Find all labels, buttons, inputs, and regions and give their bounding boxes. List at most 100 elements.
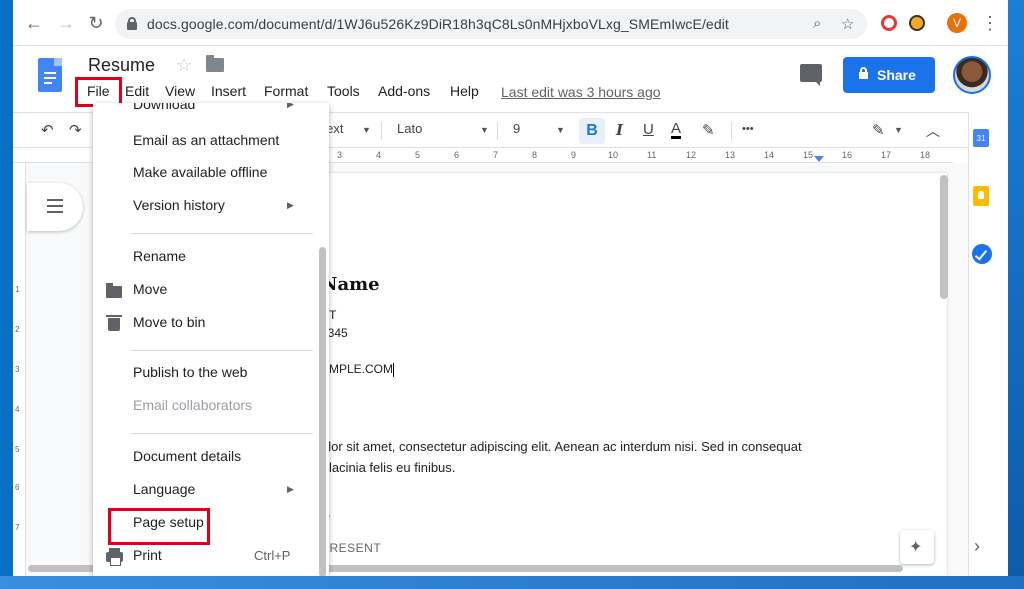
last-edit-link[interactable]: Last edit was 3 hours ago xyxy=(501,84,661,100)
ruler-tick: 17 xyxy=(881,150,892,160)
address-url[interactable]: docs.google.com/document/d/1WJ6u526Kz9Di… xyxy=(147,16,729,32)
reload-icon[interactable]: ↻ xyxy=(85,12,107,34)
menu-item-label: Download xyxy=(133,103,196,112)
italic-button[interactable]: I xyxy=(616,121,623,139)
browser-toolbar: ← → ↻ docs.google.com/document/d/1WJ6u52… xyxy=(13,0,1008,46)
chevron-down-icon[interactable]: ▼ xyxy=(362,125,371,135)
chevron-right-icon[interactable]: › xyxy=(974,536,980,557)
lock-icon xyxy=(127,17,137,30)
star-icon[interactable]: ☆ xyxy=(176,55,192,76)
calendar-icon[interactable]: 31 xyxy=(973,129,989,147)
ruler-tick: 8 xyxy=(532,150,538,160)
menu-item-move-to-bin[interactable]: Move to bin xyxy=(93,309,329,339)
browser-menu-icon[interactable]: ⋮ xyxy=(981,12,999,34)
menu-item-label: Document details xyxy=(133,448,242,464)
highlight-pen-icon[interactable]: ✎ xyxy=(702,121,715,139)
menu-item-publish-web[interactable]: Publish to the web xyxy=(93,359,329,389)
ruler-tick: 6 xyxy=(454,150,460,160)
ruler-tick: 4 xyxy=(376,150,382,160)
redo-icon[interactable]: ↷ xyxy=(69,121,82,139)
menu-item-label: Move to bin xyxy=(133,314,206,330)
underline-button[interactable]: U xyxy=(643,121,654,138)
document-title[interactable]: Resume xyxy=(88,55,155,76)
chevron-down-icon[interactable]: ▼ xyxy=(556,125,565,135)
share-button[interactable]: Share xyxy=(843,57,935,93)
menu-item-email-collaborators: Email collaborators xyxy=(93,392,329,422)
ruler-tick: 2 xyxy=(15,325,20,334)
desktop-taskbar-edge xyxy=(0,576,1024,589)
profile-avatar[interactable]: V xyxy=(947,13,967,33)
share-label: Share xyxy=(877,67,916,83)
browser-window: ← → ↻ docs.google.com/document/d/1WJ6u52… xyxy=(13,0,1008,576)
document-outline-button[interactable] xyxy=(27,183,83,231)
menu-help[interactable]: Help xyxy=(450,83,479,99)
menu-item-label: Language xyxy=(133,481,196,497)
menu-item-label: Email collaborators xyxy=(133,397,253,413)
tasks-icon[interactable] xyxy=(972,244,992,264)
resume-email-text: AMPLE.COM xyxy=(321,362,394,376)
vertical-ruler: 1 2 3 4 5 6 7 xyxy=(13,163,26,576)
undo-icon[interactable]: ↶ xyxy=(41,121,54,139)
menu-insert[interactable]: Insert xyxy=(211,83,246,99)
editing-mode-pen-icon[interactable]: ✎ xyxy=(872,121,885,139)
ruler-tick: 9 xyxy=(571,150,577,160)
menu-item-move[interactable]: Move xyxy=(93,276,329,306)
more-options-button[interactable]: ••• xyxy=(742,123,754,135)
menu-item-print[interactable]: Print Ctrl+P xyxy=(93,542,329,572)
docs-logo-icon[interactable] xyxy=(38,58,62,92)
explore-icon[interactable] xyxy=(900,530,934,564)
user-avatar[interactable] xyxy=(953,56,991,94)
ruler-tick: 7 xyxy=(15,523,20,532)
right-indent-marker[interactable] xyxy=(814,156,824,162)
menu-scrollbar[interactable] xyxy=(319,247,326,576)
menu-item-language[interactable]: Language ▶ xyxy=(93,476,329,506)
extension-icon-1[interactable] xyxy=(881,15,897,31)
text-cursor xyxy=(393,362,395,377)
menu-format[interactable]: Format xyxy=(264,83,308,99)
keep-icon[interactable] xyxy=(973,186,989,206)
resume-name-heading: Name xyxy=(321,274,380,295)
menu-item-download[interactable]: Download ▶ xyxy=(93,103,329,121)
text-color-button[interactable]: A xyxy=(671,121,682,139)
menu-edit[interactable]: Edit xyxy=(125,83,149,99)
desktop-background-right xyxy=(1008,0,1024,589)
menu-divider xyxy=(131,233,313,234)
zoom-icon[interactable]: ⌕ xyxy=(813,15,821,32)
toolbar-divider xyxy=(497,122,498,140)
vertical-scrollbar[interactable] xyxy=(940,175,948,299)
page-setup-highlight xyxy=(108,508,210,545)
bookmark-star-icon[interactable]: ☆ xyxy=(841,15,854,33)
menu-addons[interactable]: Add-ons xyxy=(378,83,430,99)
collapse-toolbar-icon[interactable]: ︿ xyxy=(926,121,940,141)
font-size-select[interactable]: 9 xyxy=(513,121,520,136)
menu-item-version-history[interactable]: Version history ▶ xyxy=(93,192,329,222)
chevron-down-icon[interactable]: ▼ xyxy=(894,125,903,135)
extension-icon-2[interactable] xyxy=(909,15,925,31)
menu-item-make-offline[interactable]: Make available offline xyxy=(93,159,329,189)
ruler-tick: 11 xyxy=(647,150,657,160)
menu-tools[interactable]: Tools xyxy=(327,83,360,99)
menu-view[interactable]: View xyxy=(165,83,195,99)
font-select[interactable]: Lato xyxy=(397,121,422,136)
ruler-tick: 16 xyxy=(842,150,853,160)
forward-icon[interactable]: → xyxy=(55,12,77,34)
comment-icon[interactable] xyxy=(800,64,822,86)
folder-icon[interactable] xyxy=(206,55,224,72)
address-bar[interactable]: docs.google.com/document/d/1WJ6u526Kz9Di… xyxy=(115,9,867,39)
back-icon[interactable]: ← xyxy=(23,12,45,34)
menu-item-label: Email as an attachment xyxy=(133,132,280,148)
menu-item-document-details[interactable]: Document details xyxy=(93,443,329,473)
ruler-tick: 3 xyxy=(337,150,343,160)
submenu-arrow-icon: ▶ xyxy=(287,484,294,494)
menu-item-email-attachment[interactable]: Email as an attachment xyxy=(93,127,329,157)
chevron-down-icon[interactable]: ▼ xyxy=(480,125,489,135)
ruler-tick: 15 xyxy=(803,150,814,160)
trash-icon xyxy=(106,315,122,331)
menu-item-label: Publish to the web xyxy=(133,364,248,380)
ruler-tick: 18 xyxy=(920,150,931,160)
menu-item-rename[interactable]: Rename xyxy=(93,243,329,273)
outline-icon xyxy=(47,199,63,201)
menu-item-label: Make available offline xyxy=(133,164,268,180)
lock-icon xyxy=(859,67,868,80)
bold-button[interactable]: B xyxy=(579,118,605,144)
